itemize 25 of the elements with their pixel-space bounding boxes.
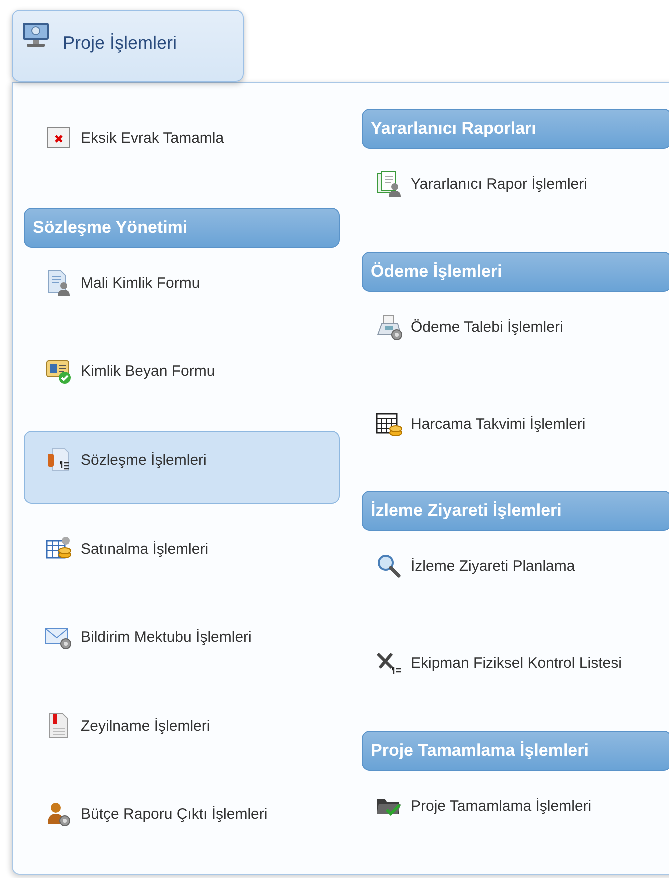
menu-item[interactable]: Yararlanıcı Rapor İşlemleri — [362, 155, 669, 238]
menu-item[interactable]: Harcama Takvimi İşlemleri — [362, 394, 669, 478]
menu-item[interactable]: Ödeme Talebi İşlemleri — [362, 298, 669, 381]
monitor-icon — [21, 21, 51, 49]
menu-item[interactable]: Ekipman Fiziksel Kontrol Listesi — [362, 634, 669, 718]
menu-item[interactable]: Bütçe Raporu Çıktı İşlemleri — [24, 785, 340, 858]
menu-item[interactable]: Kimlik Beyan Formu — [24, 342, 340, 415]
person-gear-icon — [45, 800, 73, 828]
menu-item[interactable]: Satınalma İşlemleri — [24, 520, 340, 592]
menu-item[interactable]: Mali Kimlik Formu — [24, 254, 340, 326]
clipboard-person-icon — [375, 170, 403, 198]
menu-item[interactable]: Eksik Evrak Tamamla — [24, 109, 340, 182]
menu-item[interactable]: Bildirim Mektubu İşlemleri — [24, 608, 340, 681]
section-header: Ödeme İşlemleri — [362, 252, 669, 292]
section-header: Yararlanıcı Raporları — [362, 109, 669, 149]
magnifier-icon — [375, 552, 403, 580]
menu-item[interactable]: Proje Tamamlama İşlemleri — [362, 777, 669, 860]
section-header: Sözleşme Yönetimi — [24, 208, 340, 248]
section-header: Proje Tamamlama İşlemleri — [362, 731, 669, 772]
menu-item[interactable]: İzleme Ziyareti Planlama — [362, 537, 669, 620]
menu-item[interactable]: Sözleşme İşlemleri — [24, 430, 340, 504]
menu-tab[interactable]: Proje İşlemleri — [12, 10, 244, 82]
menu-item[interactable]: Zeyilname İşlemleri — [24, 696, 340, 770]
cash-register-icon — [375, 312, 403, 341]
section-header: İzleme Ziyareti İşlemleri — [362, 491, 669, 532]
